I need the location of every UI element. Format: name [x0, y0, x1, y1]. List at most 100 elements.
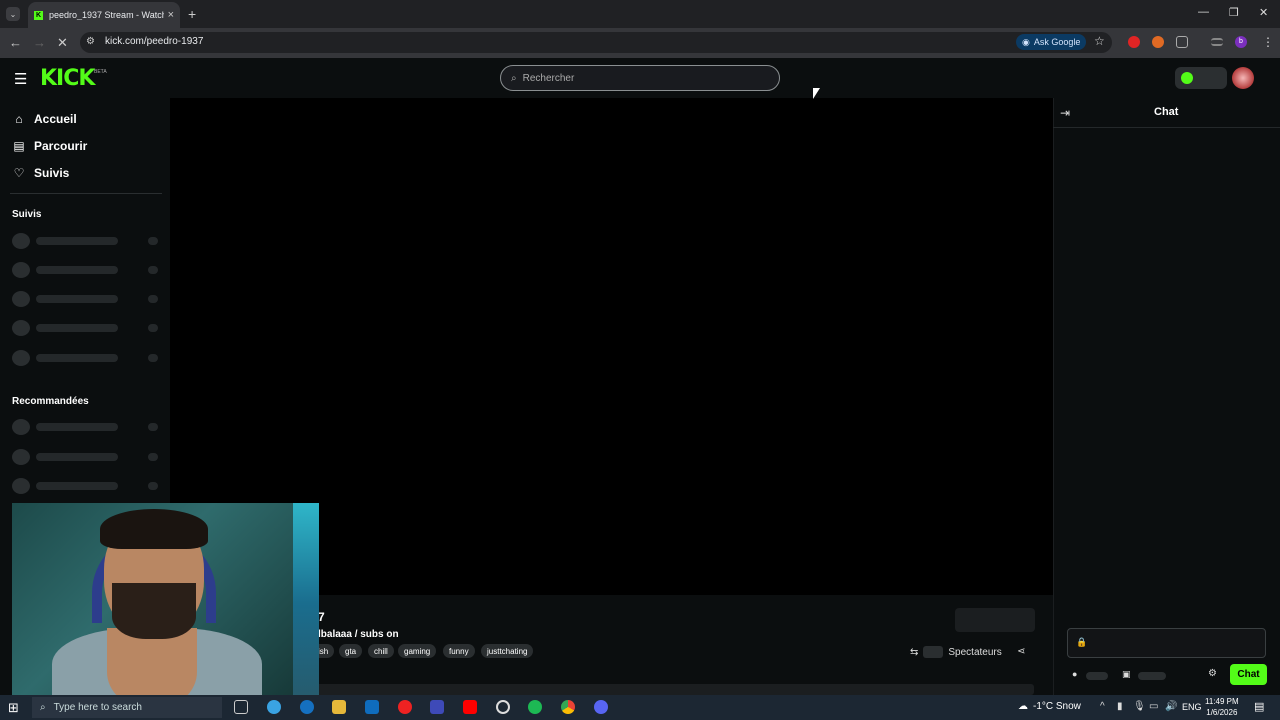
tag-chip[interactable]: justtchating	[481, 644, 534, 658]
sidebar-divider	[10, 193, 162, 194]
chat-title: Chat	[1154, 106, 1179, 118]
volume-icon[interactable]: 🔊	[1165, 701, 1177, 712]
kick-favicon-icon: K	[34, 10, 43, 20]
collapse-chat-icon[interactable]: ⇥	[1060, 106, 1070, 120]
microphone-icon[interactable]: 🎙	[1133, 701, 1146, 712]
tag-chip[interactable]: gta	[339, 644, 363, 658]
beta-badge: BETA	[94, 69, 107, 75]
copilot-icon[interactable]	[267, 700, 281, 714]
search-icon: ⌕	[511, 72, 517, 84]
tag-chip[interactable]: chill	[368, 644, 394, 658]
extension-red-icon[interactable]	[1128, 36, 1140, 48]
chat-settings-gear-icon[interactable]: ⚙	[1208, 668, 1217, 679]
minimize-button[interactable]: —	[1198, 6, 1209, 18]
tray-expand-icon[interactable]: ^	[1100, 701, 1105, 712]
yandex-icon[interactable]	[398, 700, 412, 714]
channel-skeleton	[12, 449, 162, 465]
taskbar-search-placeholder: Type here to search	[53, 702, 142, 713]
chrome-icon[interactable]	[561, 700, 575, 714]
clock-date: 1/6/2026	[1206, 708, 1238, 717]
browser-menu-icon[interactable]: ⋮	[1262, 35, 1274, 49]
discord-icon[interactable]	[594, 700, 608, 714]
followed-section-title: Suivis	[12, 209, 42, 220]
viewers-label: Spectateurs	[948, 646, 1002, 658]
extension-orange-icon[interactable]	[1152, 36, 1164, 48]
channel-skeleton	[12, 233, 162, 249]
back-button[interactable]: ←	[9, 35, 22, 50]
channel-skeleton	[12, 320, 162, 336]
google-lens-icon: ◉	[1022, 36, 1030, 47]
clock-time: 11:49 PM	[1205, 697, 1239, 706]
points-skeleton	[1138, 672, 1166, 680]
follow-button-skeleton	[955, 608, 1035, 632]
tab-list-button[interactable]: ⌄	[6, 7, 20, 21]
channel-skeleton	[12, 350, 162, 366]
windows-start-icon[interactable]: ⊞	[8, 700, 19, 716]
recommended-section-title: Recommandées	[12, 396, 89, 407]
url-text[interactable]: kick.com/peedro-1937	[105, 36, 203, 47]
chat-send-button[interactable]: Chat	[1230, 664, 1267, 685]
viewers-icon: ⇆	[910, 646, 919, 658]
sidebar-item-parcourir[interactable]: ▤ Parcourir	[12, 139, 87, 153]
viewer-count-skeleton	[923, 646, 944, 658]
extensions-puzzle-icon[interactable]	[1176, 36, 1188, 48]
stats-app-icon[interactable]	[430, 700, 444, 714]
tray-app-icon[interactable]: ▮	[1117, 701, 1123, 712]
user-avatar[interactable]	[1232, 67, 1254, 89]
site-info-icon[interactable]: ⚙	[86, 36, 95, 47]
tag-chip[interactable]: funny	[443, 644, 475, 658]
share-icon[interactable]: ⋖	[1017, 646, 1025, 657]
profile-avatar-icon[interactable]: b	[1235, 36, 1247, 48]
search-input[interactable]: ⌕ Rechercher	[500, 65, 780, 91]
task-view-icon[interactable]	[234, 700, 248, 714]
ask-google-button[interactable]: ◉ Ask Google	[1016, 34, 1087, 50]
spotify-icon[interactable]	[528, 700, 542, 714]
search-icon: ⌕	[40, 702, 46, 713]
window-close-button[interactable]: ✕	[1259, 6, 1268, 19]
chat-message-input[interactable]	[1067, 628, 1266, 658]
stop-loading-button[interactable]: ✕	[57, 35, 68, 51]
new-tab-button[interactable]: +	[188, 6, 196, 22]
tab-title: peedro_1937 Stream - Watch Li	[49, 10, 164, 20]
file-explorer-icon[interactable]	[332, 700, 346, 714]
outlook-icon[interactable]	[365, 700, 379, 714]
tag-chip[interactable]: gaming	[398, 644, 437, 658]
obs-icon[interactable]	[496, 700, 510, 714]
emote-skeleton	[1086, 672, 1108, 680]
kick-toggle-dot-icon	[1181, 72, 1193, 84]
channel-skeleton	[12, 419, 162, 435]
lock-icon: 🔒	[1076, 637, 1088, 647]
browse-icon: ▤	[13, 139, 25, 153]
browser-tab[interactable]: K peedro_1937 Stream - Watch Li ×	[28, 2, 180, 28]
channel-skeleton	[12, 478, 162, 494]
notification-center-icon[interactable]: ▤	[1254, 700, 1264, 713]
mouse-cursor	[813, 88, 820, 99]
omnibox[interactable]	[80, 32, 1112, 53]
heart-icon: ♡	[13, 166, 25, 180]
kick-toggle-button[interactable]	[1175, 67, 1227, 89]
store-icon[interactable]: ▣	[1122, 669, 1131, 680]
edge-icon[interactable]	[300, 700, 314, 714]
language-indicator[interactable]: ENG	[1182, 702, 1202, 712]
forward-button[interactable]: →	[33, 35, 46, 50]
tab-close-icon[interactable]: ×	[168, 9, 174, 21]
sidebar-item-accueil[interactable]: ⌂ Accueil	[12, 112, 76, 126]
channel-name[interactable]: 7	[318, 610, 325, 624]
channel-skeleton	[12, 291, 162, 307]
taskbar-clock[interactable]: 11:49 PM 1/6/2026	[1205, 696, 1239, 718]
cloud-snow-icon: ☁	[1018, 701, 1028, 712]
network-icon[interactable]: ▭	[1149, 701, 1158, 712]
webcam-overlay-image	[12, 503, 319, 704]
chat-panel	[1053, 98, 1280, 695]
sidebar-item-label: Parcourir	[34, 139, 88, 153]
weather-widget[interactable]: ☁ -1°C Snow	[1018, 701, 1081, 712]
reading-list-icon[interactable]	[1211, 38, 1223, 46]
bookmark-star-icon[interactable]: ☆	[1094, 34, 1105, 48]
restore-button[interactable]: ❐	[1229, 6, 1239, 19]
kick-logo[interactable]: KICK	[40, 66, 95, 91]
hamburger-menu-icon[interactable]: ☰	[14, 70, 27, 88]
taskbar-search-input[interactable]: ⌕ Type here to search	[32, 697, 222, 718]
emote-icon[interactable]: ●	[1072, 669, 1077, 679]
sidebar-item-suivis[interactable]: ♡ Suivis	[12, 166, 70, 180]
youtube-icon[interactable]	[463, 700, 477, 714]
